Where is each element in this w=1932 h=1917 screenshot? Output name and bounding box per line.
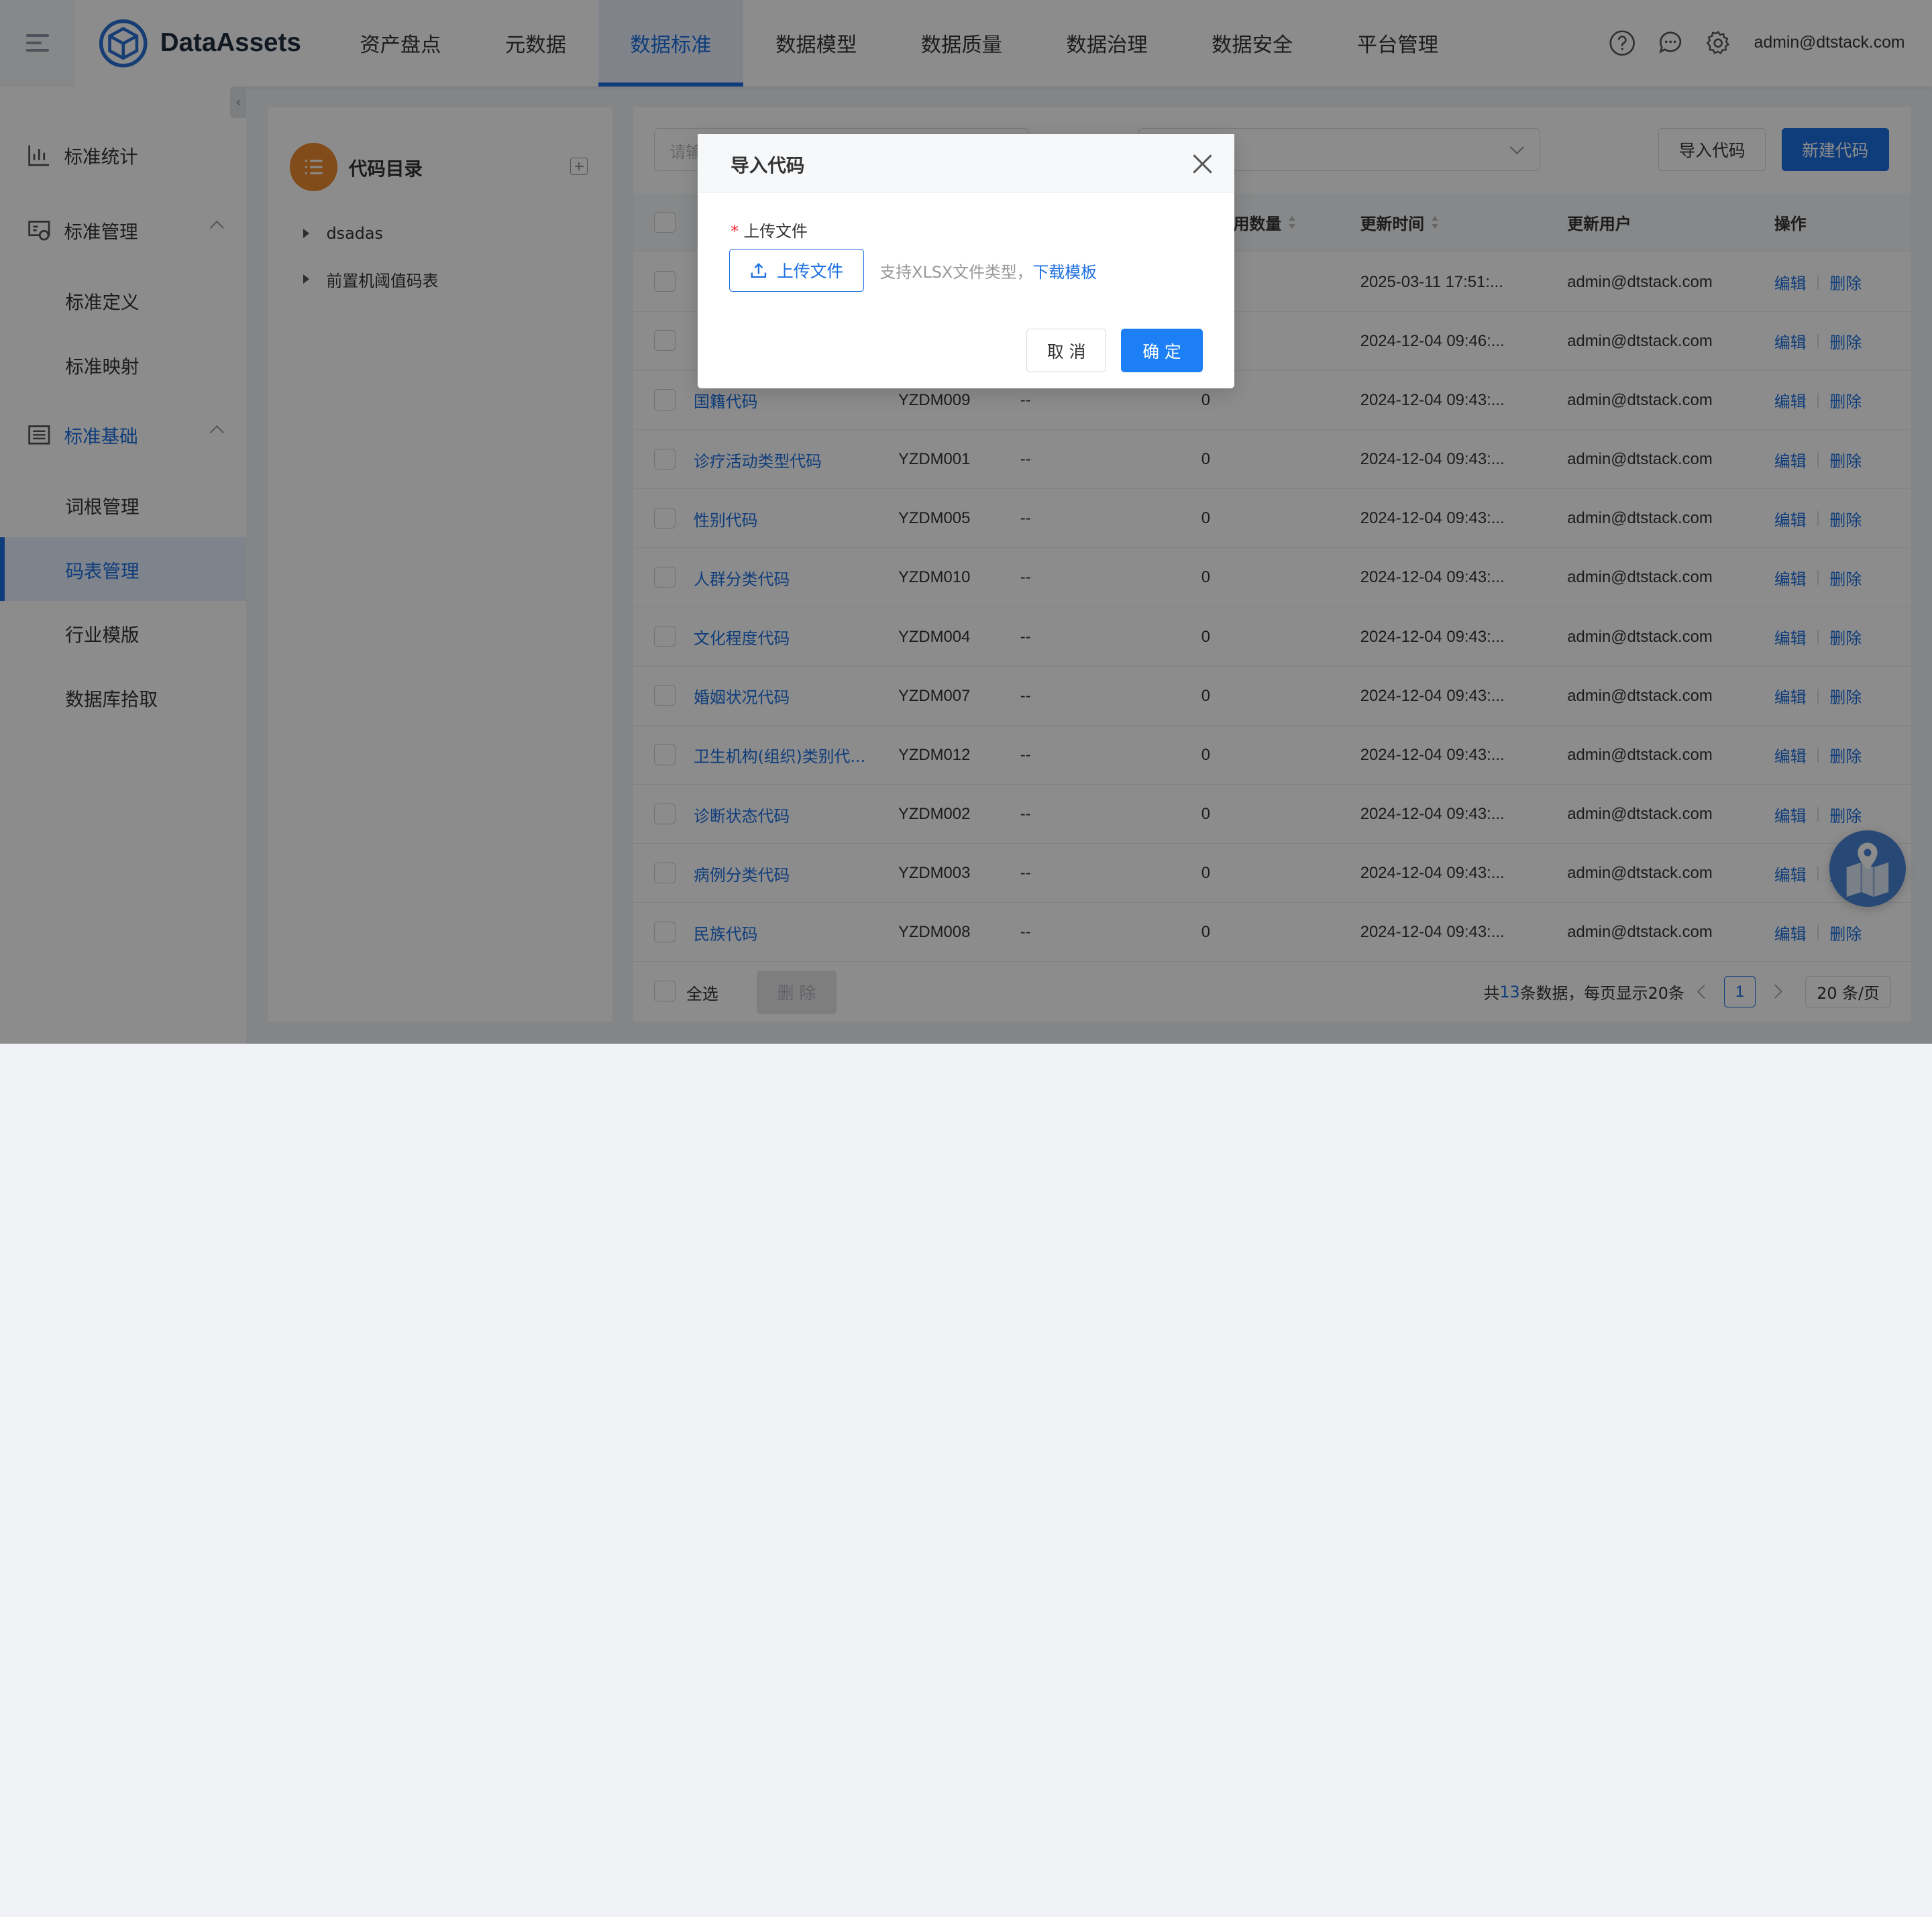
upload-hint: 支持XLSX文件类型，下载模板 — [879, 259, 1097, 282]
required-mark: * — [731, 222, 739, 241]
cancel-button[interactable]: 取 消 — [1026, 329, 1107, 372]
field-label-text: 上传文件 — [743, 222, 808, 241]
upload-field-label: * 上传文件 — [731, 218, 808, 241]
dialog-header: 导入代码 — [697, 134, 1235, 194]
upload-button-label: 上传文件 — [777, 262, 844, 282]
upload-file-button[interactable]: 上传文件 — [729, 249, 864, 292]
close-icon[interactable] — [1193, 154, 1212, 174]
confirm-button[interactable]: 确 定 — [1121, 329, 1203, 372]
upload-hint-text: 支持XLSX文件类型， — [879, 262, 1033, 282]
download-template-link[interactable]: 下载模板 — [1033, 263, 1097, 282]
upload-icon — [751, 263, 766, 278]
dialog-title: 导入代码 — [731, 154, 805, 176]
import-code-dialog: 导入代码 * 上传文件 上传文件 支持XLSX文件类型，下载模板 取 消 确 定 — [697, 134, 1235, 388]
app: DataAssets 资产盘点 元数据 数据标准 数据模型 数据质量 数据治理 … — [0, 0, 1932, 1044]
